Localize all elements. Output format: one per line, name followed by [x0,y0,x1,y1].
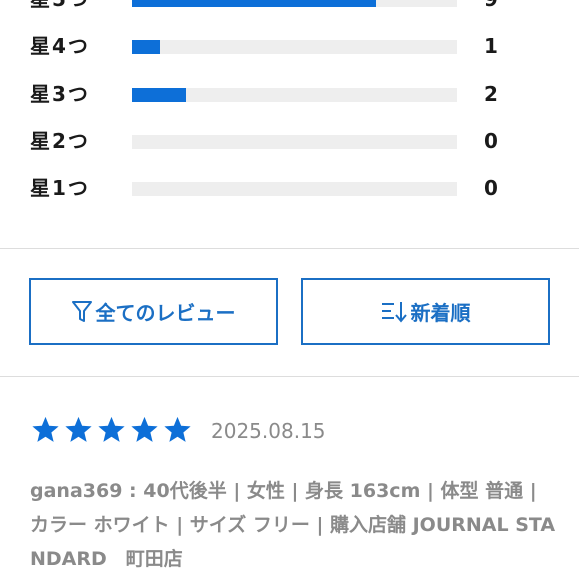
rating-row-3[interactable]: 星3つ 2 [0,79,579,109]
sort-button-label: 新着順 [410,301,471,325]
rating-count: 2 [484,82,498,106]
star-icon [129,415,160,445]
rating-bar-fill [132,0,376,7]
rating-row-2[interactable]: 星2つ 0 [0,126,579,156]
rating-bar-track [132,40,457,54]
section-divider [0,248,579,249]
review-date: 2025.08.15 [211,419,326,443]
rating-label: 星3つ [30,82,90,106]
section-divider [0,376,579,377]
rating-label: 星4つ [30,34,90,58]
review-star-rating [30,415,193,445]
filter-icon [71,300,92,323]
filter-button-label: 全てのレビュー [95,301,236,325]
rating-count: 1 [484,34,498,58]
filter-reviews-button[interactable]: 全てのレビュー [29,278,278,345]
rating-bar-track [132,182,457,196]
rating-bar-fill [132,88,187,102]
rating-label: 星5つ [30,0,90,10]
sort-order-button[interactable]: 新着順 [301,278,550,345]
rating-count: 0 [484,129,498,153]
review-page: 星5つ 9 星4つ 1 星3つ 2 星2つ 0 星1つ 0 [0,0,579,579]
rating-count: 9 [484,0,498,10]
rating-label: 星1つ [30,176,90,200]
rating-bar-track [132,0,457,7]
rating-row-5[interactable]: 星5つ 9 [0,0,579,14]
star-icon [162,415,193,445]
rating-bar-fill [132,40,160,54]
rating-row-1[interactable]: 星1つ 0 [0,173,579,203]
rating-label: 星2つ [30,129,90,153]
rating-bar-track [132,88,457,102]
rating-row-4[interactable]: 星4つ 1 [0,31,579,61]
review-body: gana369 : 40代後半 | 女性 | 身長 163cm | 体型 普通 … [30,480,556,570]
star-icon [63,415,94,445]
star-icon [30,415,61,445]
rating-bar-track [132,135,457,149]
rating-count: 0 [484,176,498,200]
star-icon [96,415,127,445]
sort-icon [381,301,407,323]
